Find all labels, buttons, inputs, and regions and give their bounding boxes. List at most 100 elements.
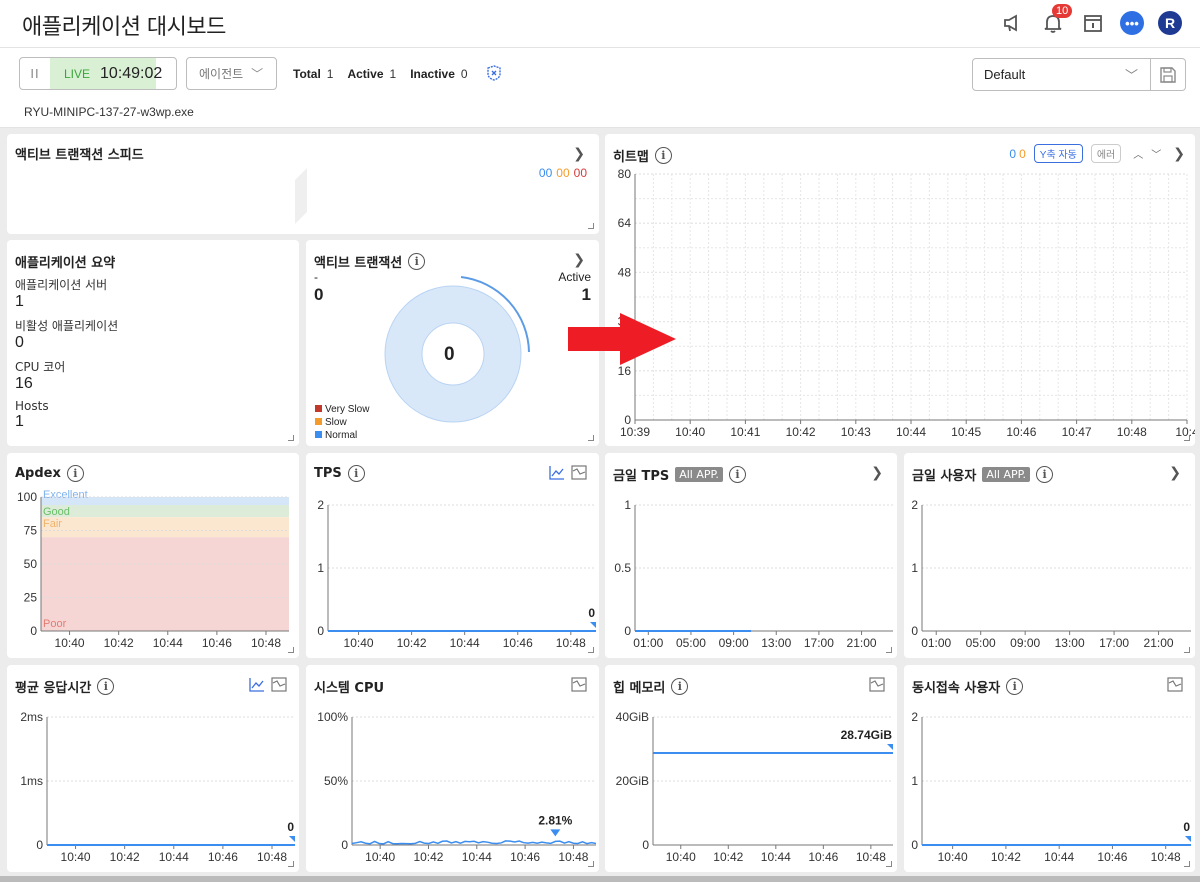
card-title: 액티브 트랜잭션 [314, 256, 403, 271]
live-label: LIVE [64, 66, 91, 81]
y-tick-label: 40GiB [616, 710, 649, 724]
bell-icon[interactable]: 10 [1040, 4, 1073, 36]
summary-value: 1 [15, 413, 24, 430]
y-tick-label: 50% [324, 774, 348, 788]
inactive-label: Inactive [410, 67, 455, 81]
last-value-label: 28.74GiB [841, 728, 893, 742]
chat-icon[interactable]: ••• [1120, 11, 1144, 35]
x-tick-label: 10:42 [110, 850, 140, 864]
heap-memory-chart[interactable]: 0 20GiB 40GiB 10:40 10:42 10:44 10:46 10:48 28.7… [605, 695, 897, 869]
avatar[interactable]: R [1158, 11, 1182, 35]
chevron-right-icon[interactable]: ❯ [1169, 464, 1181, 481]
last-value-marker [590, 622, 596, 628]
summary-label: CPU 코어 [15, 360, 66, 374]
y-axis-auto-button[interactable]: Y축 자동 [1033, 144, 1083, 163]
resize-handle[interactable] [288, 647, 294, 653]
error-button[interactable]: 에러 [1090, 144, 1122, 163]
left-label: - [314, 270, 318, 284]
resize-handle[interactable] [288, 435, 294, 441]
x-tick-label: 10:40 [61, 850, 91, 864]
apdex-chart[interactable]: Excellent GoodFair Poor 0 25 50 75 100 10:40 10:4… [7, 483, 299, 655]
heatmap-chart[interactable]: 0163248648010:3910:4010:4110:4210:4310:4… [605, 162, 1195, 444]
y-tick-label: 50 [24, 557, 38, 571]
concurrent-users-chart[interactable]: 0 1 2 10:40 10:42 10:44 10:46 10:48 0 [904, 695, 1195, 869]
resize-handle[interactable] [588, 647, 594, 653]
x-tick-label: 10:44 [761, 850, 791, 864]
x-tick-label: 10:46 [202, 636, 232, 650]
resize-handle[interactable] [886, 647, 892, 653]
apdex-band-label: Excellent [43, 489, 88, 501]
resize-handle[interactable] [588, 861, 594, 867]
card-application-summary: 애플리케이션 요약 애플리케이션 서버 1 비활성 애플리케이션 0 CPU 코… [7, 240, 299, 446]
card-apdex: Apdex i Excellent Good Fair Poor 0 25 50 75 100 10… [7, 453, 299, 658]
apdex-band-label: Fair [43, 518, 62, 530]
chevron-down-icon[interactable]: ﹀ [1151, 146, 1161, 161]
shield-x-icon[interactable] [486, 65, 502, 86]
peak-label: 2.81% [538, 813, 572, 827]
area-chart-icon[interactable] [571, 677, 587, 692]
area-chart-icon[interactable] [1167, 677, 1183, 692]
agent-dropdown[interactable]: 에이전트 ﹀ [186, 57, 277, 90]
tps-chart[interactable]: 0 1 2 10:40 10:42 10:44 10:46 10:48 0 [306, 483, 599, 655]
chevron-right-icon[interactable]: ❯ [1173, 145, 1185, 162]
resize-handle[interactable] [1184, 435, 1190, 441]
y-tick-label: 0 [341, 838, 348, 852]
x-tick-label: 10:44 [450, 636, 480, 650]
resize-handle[interactable] [886, 861, 892, 867]
live-control[interactable]: II LIVE 10:49:02 [19, 57, 177, 90]
x-tick-label: 10:40 [666, 850, 696, 864]
area-chart-icon[interactable] [271, 677, 287, 692]
info-icon[interactable]: i [728, 466, 746, 483]
left-value: 0 [314, 285, 324, 304]
today-users-chart[interactable]: 0 1 2 01:00 05:00 09:00 13:00 17:00 21:00 [904, 483, 1195, 655]
resize-handle[interactable] [588, 435, 594, 441]
process-name: RYU-MINIPC-137-27-w3wp.exe [24, 105, 194, 119]
chevron-right-icon[interactable]: ❯ [573, 145, 585, 162]
x-tick-label: 10:46 [1097, 850, 1127, 864]
megaphone-icon[interactable] [1000, 10, 1026, 36]
info-icon[interactable]: i [97, 678, 115, 695]
chevron-right-icon[interactable]: ❯ [573, 251, 585, 268]
active-tx-donut [384, 276, 530, 423]
calendar-info-icon[interactable] [1080, 10, 1106, 36]
chevron-up-icon[interactable]: ︿ [1133, 146, 1143, 161]
today-tps-chart[interactable]: 0 0.5 1 01:00 05:00 09:00 13:00 17:00 21:00 [605, 483, 897, 655]
toolbar: II LIVE 10:49:02 에이전트 ﹀ Total 1 Active 1… [0, 48, 1200, 128]
area-chart-icon[interactable] [571, 465, 587, 480]
donut-center-value: 0 [444, 344, 455, 365]
resize-handle[interactable] [588, 223, 594, 229]
speed-normal-count: 00 [538, 166, 553, 180]
info-icon[interactable]: i [1036, 466, 1054, 483]
info-icon[interactable]: i [66, 465, 84, 482]
card-concurrent-users: 동시접속 사용자 i 0 1 2 10:40 10:42 10:44 10:46 10:48 0 [904, 665, 1195, 872]
preset-dropdown[interactable]: Default ﹀ [972, 58, 1151, 91]
save-button[interactable] [1151, 58, 1186, 91]
x-tick-label: 10:42 [713, 850, 743, 864]
system-cpu-chart[interactable]: 0 50% 100% 10:40 10:42 10:44 10:46 10:48 2.81% [306, 695, 599, 869]
resize-handle[interactable] [1184, 647, 1190, 653]
x-tick-label: 10:48 [1151, 850, 1181, 864]
info-icon[interactable]: i [408, 253, 426, 270]
summary-label: 애플리케이션 서버 [15, 278, 108, 292]
x-tick-label: 10:48 [856, 850, 886, 864]
area-chart-icon[interactable] [869, 677, 885, 692]
resize-handle[interactable] [1184, 861, 1190, 867]
x-tick-label: 10:45 [951, 425, 981, 439]
summary-label: Hosts [15, 399, 49, 413]
resize-handle[interactable] [288, 861, 294, 867]
line-chart-icon[interactable] [249, 677, 265, 692]
annotation-arrow-icon [568, 313, 676, 365]
info-icon[interactable]: i [347, 465, 365, 482]
avg-response-chart[interactable]: 0 1ms 2ms 10:40 10:42 10:44 10:46 10:48 0 [7, 695, 299, 869]
apdex-band-fair [41, 517, 289, 538]
chevron-right-icon[interactable]: ❯ [871, 464, 883, 481]
info-icon[interactable]: i [671, 678, 689, 695]
x-tick-label: 10:42 [397, 636, 427, 650]
pause-button[interactable]: II [20, 58, 50, 89]
agent-counts: Total 1 Active 1 Inactive 0 [293, 67, 476, 81]
peak-marker [550, 829, 561, 837]
y-tick-label: 0 [911, 624, 918, 638]
info-icon[interactable]: i [1006, 678, 1024, 695]
line-chart-icon[interactable] [549, 465, 565, 480]
card-system-cpu: 시스템 CPU 0 50% 100% 10:40 10:42 10:44 10:46 10:4… [306, 665, 599, 872]
